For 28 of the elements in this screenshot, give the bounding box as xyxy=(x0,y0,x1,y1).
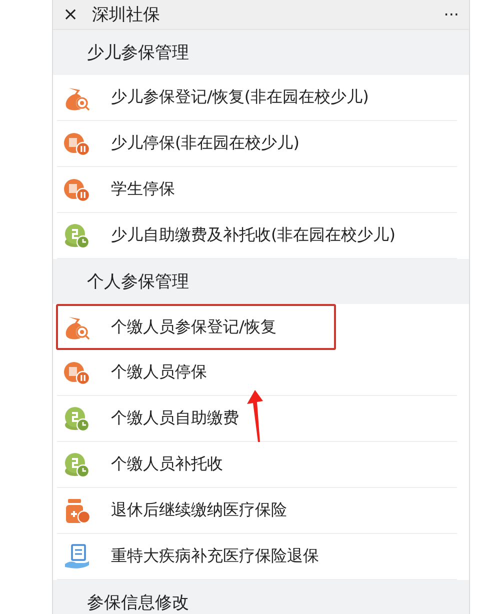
menu-item[interactable]: 学生停保 xyxy=(57,167,457,213)
coins-clock-icon xyxy=(63,450,91,478)
menu-item-label: 学生停保 xyxy=(111,179,175,200)
section-title: 参保信息修改 xyxy=(87,592,189,614)
section-title: 个人参保管理 xyxy=(87,271,189,293)
menu-item-label: 退休后继续缴纳医疗保险 xyxy=(111,500,287,521)
section-title: 少儿参保管理 xyxy=(87,42,189,64)
menu-item-label: 个缴人员参保登记/恢复 xyxy=(111,316,276,338)
coins-clock-icon xyxy=(63,222,91,250)
menu-item-label: 个缴人员补托收 xyxy=(111,454,223,475)
menu-item-label: 少儿停保(非在园在校少儿) xyxy=(111,133,300,154)
menu-item[interactable]: 个缴人员参保登记/恢复 xyxy=(56,304,336,350)
menu-item-label: 少儿参保登记/恢复(非在园在校少儿) xyxy=(111,87,369,108)
hand-document-icon xyxy=(63,542,91,570)
menu-item[interactable]: 少儿停保(非在园在校少儿) xyxy=(57,121,457,167)
more-button[interactable]: ··· xyxy=(444,5,459,24)
window-title: 深圳社保 xyxy=(92,4,162,26)
menu-item-label: 少儿自助缴费及补托收(非在园在校少儿) xyxy=(111,225,396,246)
menu-item[interactable]: 退休后继续缴纳医疗保险 xyxy=(57,488,457,534)
menu-item[interactable]: 个缴人员停保 xyxy=(57,350,457,396)
menu-item[interactable]: 个缴人员补托收 xyxy=(57,442,457,488)
menu-item-label: 重特大疾病补充医疗保险退保 xyxy=(111,546,319,567)
menu-item[interactable]: 少儿参保登记/恢复(非在园在校少儿) xyxy=(57,75,457,121)
close-button[interactable]: × xyxy=(63,4,78,25)
menu-item-label: 个缴人员停保 xyxy=(111,362,207,383)
coins-clock-icon xyxy=(63,404,91,432)
menu-item-label: 个缴人员自助缴费 xyxy=(111,408,239,429)
medicine-bottle-icon xyxy=(63,496,91,524)
